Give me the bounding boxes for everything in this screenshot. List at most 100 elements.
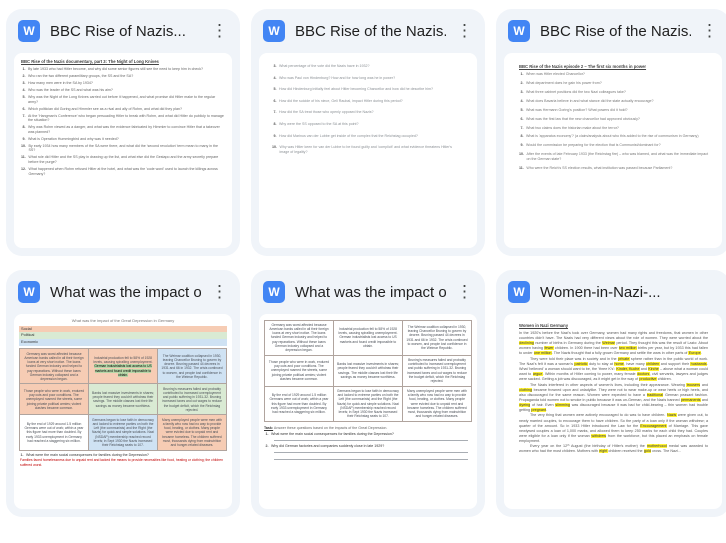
answer-blank-line <box>274 448 468 453</box>
highlighted-text: fewer <box>544 346 554 351</box>
file-title: Women-in-Nazi-... <box>540 283 661 301</box>
doc-paragraph: Every year on the 12ᵗʰ August (the birth… <box>519 444 708 454</box>
doc-list-number: 12. <box>21 167 26 171</box>
doc-list-number: 2. <box>520 81 524 86</box>
file-title: BBC Rise of the Nazis... <box>295 22 446 40</box>
highlighted-text: children <box>645 361 660 366</box>
doc-task-line: Task: Answer these questions based on th… <box>264 425 388 430</box>
highlighted-text: two million <box>618 346 637 351</box>
more-options-icon[interactable]: ⋮ <box>456 20 473 42</box>
doc-list-text: What two claims does the historian make … <box>526 125 619 130</box>
doc-list-text: Who was Paul von Hindenburg? How and for… <box>279 75 396 80</box>
doc-list-text: What department does he gain his power f… <box>526 81 602 86</box>
doc-preview-thumbnail[interactable]: What was the impact of the Great Depress… <box>14 314 232 509</box>
answer-blank-line <box>274 456 468 461</box>
doc-list-text: What does Bavaria believe in and what st… <box>526 98 654 103</box>
doc-list-text: What three cabinet positions did the two… <box>526 89 626 94</box>
doc-question: 1. What were the main social consequences… <box>264 432 472 436</box>
doc-list-text: What role did Hitler and the SS play in … <box>28 155 219 165</box>
doc-preview-thumbnail[interactable]: Women in Nazi Germany In the 1920's befor… <box>504 314 722 509</box>
doc-list-item: 5. How did Hindenburg initially feel abou… <box>272 87 461 92</box>
doc-list-text: Why were the SS opposed to the SA at thi… <box>279 121 359 126</box>
doc-list-text: What percentage of the vote did the Nazi… <box>279 64 370 68</box>
highlighted-text: traditional <box>646 392 664 397</box>
doc-list-item: 3. What three cabinet positions did the t… <box>519 90 709 95</box>
doc-list-number: 2. <box>22 74 26 79</box>
doc-list-text: After the events of late February 1933 (… <box>526 152 709 161</box>
more-options-icon[interactable]: ⋮ <box>211 281 228 303</box>
file-card[interactable]: W What was the impact o... ⋮ What was th… <box>6 270 240 517</box>
doc-list-item: 5. What was Hermann Goring's position? Wh… <box>519 108 709 113</box>
table-cell: Banks lost massive investments in shares… <box>88 383 158 416</box>
doc-preview-thumbnail[interactable]: Germany was worst affected because Ameri… <box>259 314 477 509</box>
highlighted-text: gold <box>643 449 652 454</box>
doc-paragraph: They were told their place was in societ… <box>519 356 709 382</box>
doc-list-text: Why was the Night of the Long Knives car… <box>28 95 216 104</box>
doc-list-item: 10. By early 1934 how many members of the… <box>21 144 224 153</box>
highlighted-text: Kirche <box>647 367 660 372</box>
highlighted-text: slimming <box>555 402 571 407</box>
doc-list-item: 8. What is 'apparatus economy'? (a claim/… <box>519 134 709 139</box>
table-cell: Germany was worst affected because Ameri… <box>264 319 334 356</box>
doc-list-number: 4. <box>273 75 277 80</box>
doc-list-text: How many men were in the SA by 1934? <box>28 81 93 86</box>
doc-list-number: 2. <box>265 444 269 449</box>
highlighted-text: withdrew <box>591 433 607 438</box>
doc-preview-thumbnail[interactable]: BBC Rise of the Nazis documentary, part … <box>14 53 232 248</box>
doc-preview-thumbnail[interactable]: 3. What percentage of the vote did the Na… <box>259 53 477 248</box>
highlighted-text: permanents <box>680 397 701 402</box>
doc-list-text: How did Hindenburg initially feel about … <box>279 87 434 92</box>
file-card[interactable]: W What was the impact o... ⋮ Germany was… <box>251 270 485 517</box>
table-cell: Bruning's measures failed and probably c… <box>402 354 472 387</box>
doc-list-number: 5. <box>22 95 26 100</box>
doc-list-number: 1. <box>22 67 26 72</box>
doc-list-number: 3. <box>273 64 277 68</box>
doc-list-item: 9. Would the commission be preparing for … <box>519 143 709 148</box>
impact-table: Germany was worst affected because Ameri… <box>19 348 227 451</box>
word-file-icon: W <box>263 20 285 42</box>
table-row: By the end of 1929 around 1.5 million Ge… <box>19 414 227 451</box>
highlighted-text: German industrialists lost access to US … <box>94 364 152 377</box>
table-row: Those people who were in work, endured p… <box>264 354 472 387</box>
file-card[interactable]: W BBC Rise of the Nazis... ⋮ BBC Rise of… <box>496 9 726 256</box>
doc-list-text: By early 1934 how many members of the SA… <box>28 143 219 153</box>
doc-list-item: 9. What is Operation Hummingbird and why … <box>21 137 224 142</box>
doc-list-number: 8. <box>520 134 524 139</box>
doc-list-item: 7. How did the SA treat those who openly … <box>272 110 461 115</box>
doc-list-text: What is Operation Hummingbird and why wa… <box>28 136 119 141</box>
doc-paragraph: The Nazis interfered in other aspects of… <box>519 382 708 412</box>
more-options-icon[interactable]: ⋮ <box>211 20 228 42</box>
highlighted-text: one million <box>533 351 552 356</box>
highlighted-text: trousers <box>686 382 701 387</box>
doc-list-text: What is 'apparatus economy'? (a claim/an… <box>526 134 699 139</box>
doc-list-number: 9. <box>520 143 524 148</box>
highlighted-text: pregnant <box>531 407 547 412</box>
file-card[interactable]: W BBC Rise of the Nazis... ⋮ 3. What perc… <box>251 9 485 256</box>
table-row: Germany was worst affected because Ameri… <box>264 319 472 356</box>
doc-list-number: 6. <box>273 98 277 103</box>
more-options-icon[interactable]: ⋮ <box>701 20 718 42</box>
highlighted-text: private <box>617 356 630 361</box>
more-options-icon[interactable]: ⋮ <box>456 281 473 303</box>
doc-list-item: 2. What department does he gain his power… <box>519 81 709 86</box>
doc-list-item: 3. How many men were in the SA by 1934? <box>21 81 224 86</box>
table-row: Those people who were in work, endured p… <box>19 383 227 416</box>
file-card[interactable]: W BBC Rise of Nazis... ⋮ BBC Rise of the… <box>6 9 240 256</box>
doc-list-text: What was the first law that the new chan… <box>526 116 640 121</box>
doc-preview-content: BBC Rise of the Nazis episode 2 – The fi… <box>504 53 722 248</box>
file-title: What was the impact o... <box>295 283 446 301</box>
doc-list-item: 4. What does Bavaria believe in and what … <box>519 99 709 104</box>
doc-list-number: 5. <box>520 107 524 112</box>
highlighted-text: motherhood <box>646 444 667 449</box>
color-key-row: Political <box>19 332 227 340</box>
doc-heading: Women in Nazi Germany <box>519 323 569 328</box>
doc-preview-thumbnail[interactable]: BBC Rise of the Nazis episode 2 – The fi… <box>504 53 722 248</box>
highlighted-text: Europe <box>688 351 701 356</box>
highlighted-text: Weimar <box>601 341 616 346</box>
doc-list-item: 8. Why were the SS opposed to the SA at t… <box>272 122 461 127</box>
file-grid: W BBC Rise of Nazis... ⋮ BBC Rise of the… <box>6 9 726 517</box>
table-cell: The Weimar coalition collapsed in 1930, … <box>402 319 472 356</box>
file-card[interactable]: W Women-in-Nazi-... ⋮ Women in Nazi Germ… <box>496 270 726 517</box>
doc-preview-content: BBC Rise of the Nazis documentary, part … <box>14 53 232 248</box>
doc-preview-content: Women in Nazi Germany In the 1920's befor… <box>504 314 722 509</box>
